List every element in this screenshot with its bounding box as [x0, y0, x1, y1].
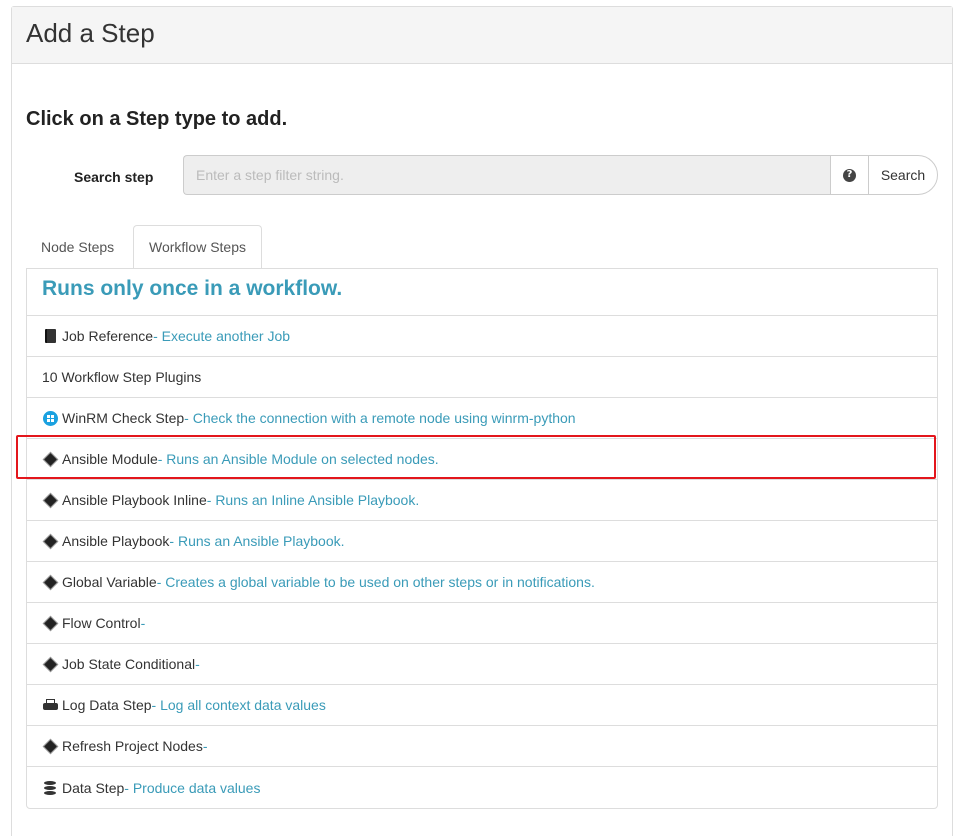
list-header: Runs only once in a workflow.	[27, 269, 937, 316]
step-description: -	[202, 738, 208, 754]
step-description: - Produce data values	[124, 779, 261, 796]
windows-icon	[42, 410, 58, 426]
print-icon	[42, 697, 58, 713]
search-button[interactable]: Search	[868, 155, 938, 195]
step-description: - Runs an Ansible Playbook.	[169, 533, 345, 549]
step-job-reference[interactable]: Job Reference - Execute another Job	[27, 316, 937, 357]
step-description: - Runs an Ansible Module on selected nod…	[157, 451, 439, 467]
plugins-count-row: 10 Workflow Step Plugins	[27, 357, 937, 398]
step-name: Refresh Project Nodes	[62, 738, 203, 754]
search-help-button[interactable]: ?	[830, 155, 869, 195]
diamond-icon	[42, 533, 58, 549]
diamond-icon	[42, 492, 58, 508]
search-step-label: Search step	[74, 169, 154, 185]
step-winrm-check[interactable]: WinRM Check Step - Check the connection …	[27, 398, 937, 439]
step-log-data[interactable]: Log Data Step - Log all context data val…	[27, 685, 937, 726]
step-description: - Execute another Job	[153, 328, 291, 344]
tab-node-steps[interactable]: Node Steps	[26, 225, 129, 268]
step-name: Ansible Playbook Inline	[62, 492, 207, 508]
step-description: - Log all context data values	[151, 697, 326, 713]
diamond-icon	[42, 656, 58, 672]
step-description: - Check the connection with a remote nod…	[184, 410, 576, 426]
step-ansible-module[interactable]: Ansible Module - Runs an Ansible Module …	[27, 439, 937, 480]
step-global-variable[interactable]: Global Variable - Creates a global varia…	[27, 562, 937, 603]
step-data-step[interactable]: Data Step - Produce data values	[27, 767, 937, 808]
step-name: Ansible Playbook	[62, 533, 170, 549]
diamond-icon	[42, 451, 58, 467]
step-type-tabs: Node Steps Workflow Steps	[26, 225, 938, 269]
step-description: -	[140, 615, 146, 631]
step-description: - Runs an Inline Ansible Playbook.	[206, 492, 420, 508]
step-name: Global Variable	[62, 574, 157, 590]
step-description: - Creates a global variable to be used o…	[156, 574, 595, 590]
step-refresh-project-nodes[interactable]: Refresh Project Nodes -	[27, 726, 937, 767]
page-title: Add a Step	[26, 18, 155, 48]
book-icon	[42, 328, 58, 344]
step-flow-control[interactable]: Flow Control -	[27, 603, 937, 644]
panel-heading: Add a Step	[12, 7, 952, 64]
step-name: Job State Conditional	[62, 656, 196, 672]
step-name: WinRM Check Step	[62, 410, 185, 426]
question-circle-icon: ?	[843, 168, 856, 182]
diamond-icon	[42, 615, 58, 631]
step-name: Log Data Step	[62, 697, 152, 713]
diamond-icon	[42, 574, 58, 590]
database-icon	[42, 780, 58, 796]
step-name: Data Step	[62, 779, 125, 796]
step-description: -	[195, 656, 200, 672]
step-ansible-playbook[interactable]: Ansible Playbook - Runs an Ansible Playb…	[27, 521, 937, 562]
add-step-prompt: Click on a Step type to add.	[26, 108, 288, 130]
step-name: Job Reference	[62, 328, 154, 344]
add-step-panel: Add a Step Click on a Step type to add. …	[11, 6, 953, 836]
tab-workflow-steps[interactable]: Workflow Steps	[133, 225, 262, 269]
search-step-input[interactable]	[183, 155, 830, 195]
step-ansible-playbook-inline[interactable]: Ansible Playbook Inline - Runs an Inline…	[27, 480, 937, 521]
step-job-state-conditional[interactable]: Job State Conditional -	[27, 644, 937, 685]
workflow-step-list: Runs only once in a workflow. Job Refere…	[26, 268, 938, 809]
step-name: Ansible Module	[62, 451, 158, 467]
plugins-count: 10 Workflow Step Plugins	[42, 369, 202, 385]
diamond-icon	[42, 738, 58, 754]
step-name: Flow Control	[62, 615, 141, 631]
